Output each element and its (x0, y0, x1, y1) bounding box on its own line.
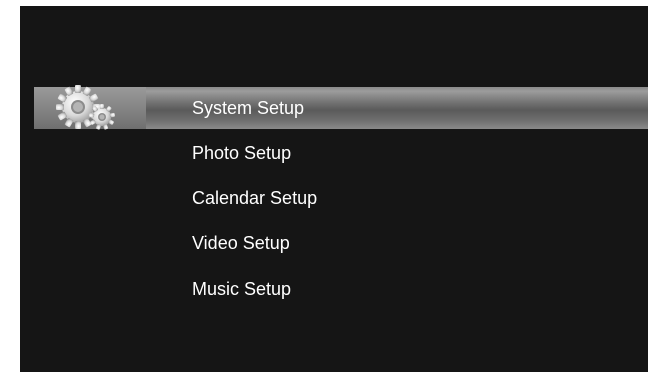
menu-item-music-setup[interactable]: Music Setup (192, 274, 291, 304)
setup-menu: System Setup Photo Setup Calendar Setup … (20, 6, 648, 372)
menu-item-calendar-setup[interactable]: Calendar Setup (192, 183, 317, 213)
setup-screen: System Setup Photo Setup Calendar Setup … (20, 6, 648, 372)
menu-item-video-setup[interactable]: Video Setup (192, 228, 290, 258)
menu-item-photo-setup[interactable]: Photo Setup (192, 138, 291, 168)
menu-item-system-setup[interactable]: System Setup (192, 93, 304, 123)
